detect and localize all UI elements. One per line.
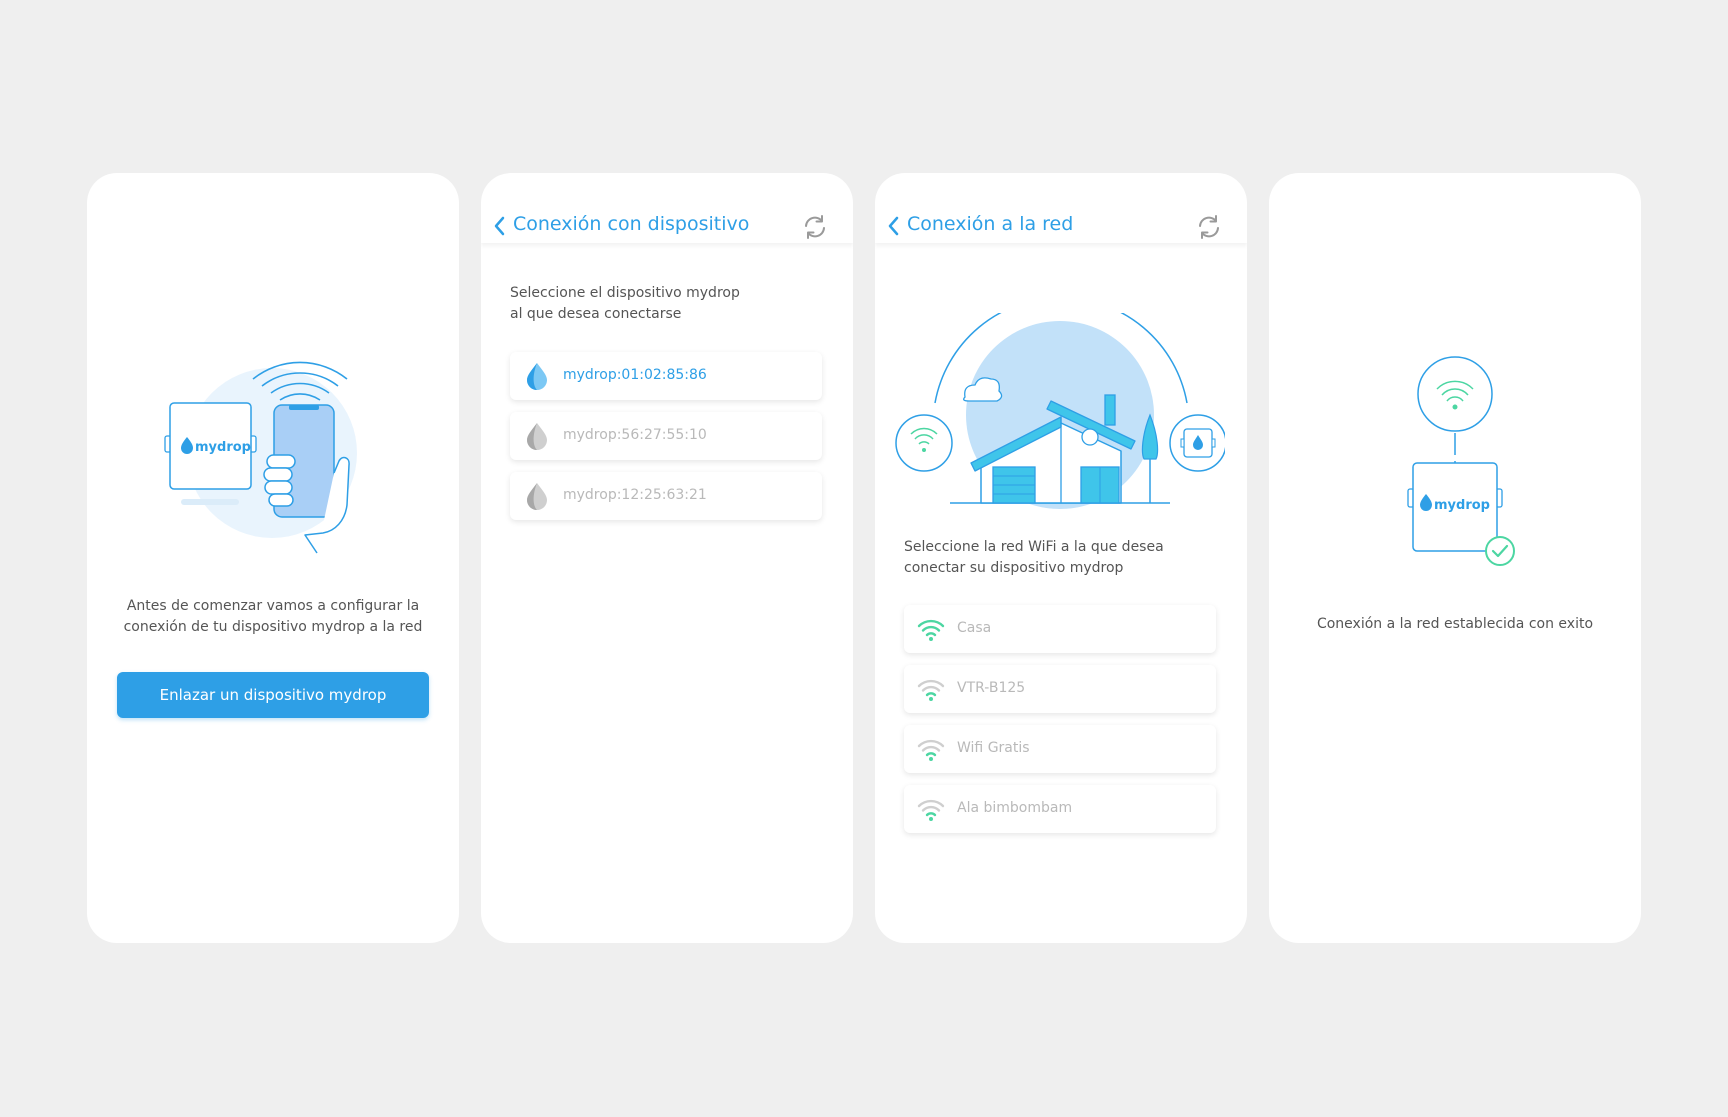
network-label: Wifi Gratis <box>957 740 1030 756</box>
network-item[interactable]: Wifi Gratis <box>904 725 1216 773</box>
wifi-icon <box>917 739 945 761</box>
network-prompt-line1: Seleccione la red WiFi a la que desea <box>904 539 1164 555</box>
intro-text-line1: Antes de comenzar vamos a configurar la <box>126 598 420 614</box>
device-prompt-line2: al que desea conectarse <box>510 306 682 322</box>
device-label: mydrop:01:02:85:86 <box>563 367 707 383</box>
connection-success-illustration: mydrop <box>1407 356 1515 566</box>
network-label: Ala bimbombam <box>957 800 1073 816</box>
screen-connection-success: mydrop Conexión a la red establecida con… <box>1269 173 1641 943</box>
device-label: mydrop:12:25:63:21 <box>563 487 707 503</box>
success-text: Conexión a la red establecida con exito <box>1316 616 1594 632</box>
device-item[interactable]: mydrop:01:02:85:86 <box>510 352 822 400</box>
network-label: Casa <box>957 620 992 636</box>
link-device-button[interactable]: Enlazar un dispositivo mydrop <box>117 672 429 718</box>
chevron-left-icon[interactable] <box>491 215 509 237</box>
header: Conexión con dispositivo <box>481 173 853 243</box>
refresh-icon[interactable] <box>801 213 829 241</box>
refresh-icon[interactable] <box>1195 213 1223 241</box>
intro-text-line2: conexión de tu dispositivo mydrop a la r… <box>123 619 423 635</box>
screen-intro: mydrop Antes de comenzar vamos a configu… <box>87 173 459 943</box>
device-phone-illustration: mydrop <box>164 361 357 554</box>
drop-icon <box>527 483 547 510</box>
intro-text: Antes de comenzar vamos a configurar la … <box>87 596 459 638</box>
house-network-illustration <box>895 313 1225 509</box>
device-prompt: Seleccione el dispositivo mydrop al que … <box>510 283 830 325</box>
wifi-icon <box>917 679 945 701</box>
network-prompt-line2: conectar su dispositivo mydrop <box>904 560 1124 576</box>
network-item[interactable]: VTR-B125 <box>904 665 1216 713</box>
drop-icon <box>527 363 547 390</box>
page-title: Conexión a la red <box>907 213 1074 235</box>
device-item[interactable]: mydrop:12:25:63:21 <box>510 472 822 520</box>
header: Conexión a la red <box>875 173 1247 243</box>
wifi-icon <box>917 799 945 821</box>
device-label: mydrop:56:27:55:10 <box>563 427 707 443</box>
device-item[interactable]: mydrop:56:27:55:10 <box>510 412 822 460</box>
drop-icon <box>527 423 547 450</box>
network-label: VTR-B125 <box>957 680 1026 696</box>
page-title: Conexión con dispositivo <box>513 213 750 235</box>
mydrop-logo-text: mydrop <box>1434 498 1490 513</box>
wifi-icon <box>917 619 945 641</box>
network-prompt: Seleccione la red WiFi a la que desea co… <box>904 537 1224 579</box>
network-item[interactable]: Ala bimbombam <box>904 785 1216 833</box>
network-item[interactable]: Casa <box>904 605 1216 653</box>
screen-device-connection: Conexión con dispositivo Seleccione el d… <box>481 173 853 943</box>
screen-network-connection: Conexión a la red Seleccione la red WiFi… <box>875 173 1247 943</box>
chevron-left-icon[interactable] <box>885 215 903 237</box>
device-prompt-line1: Seleccione el dispositivo mydrop <box>510 285 740 301</box>
mydrop-logo-text: mydrop <box>195 440 251 455</box>
